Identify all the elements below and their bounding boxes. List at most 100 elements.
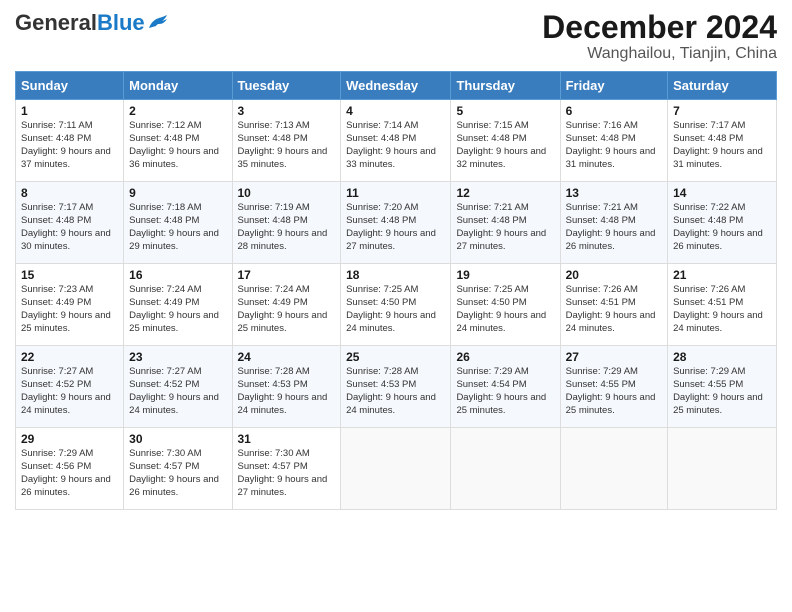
weekday-header: Tuesday — [232, 72, 341, 100]
day-number: 31 — [238, 432, 336, 446]
calendar-cell — [668, 428, 777, 510]
logo-blue: Blue — [97, 10, 145, 35]
month-title: December 2024 — [542, 10, 777, 45]
calendar-week-row: 8Sunrise: 7:17 AMSunset: 4:48 PMDaylight… — [16, 182, 777, 264]
calendar-cell — [341, 428, 451, 510]
cell-text: Sunrise: 7:16 AMSunset: 4:48 PMDaylight:… — [566, 120, 656, 169]
day-number: 5 — [456, 104, 554, 118]
calendar-week-row: 1 Sunrise: 7:11 AMSunset: 4:48 PMDaylight… — [16, 100, 777, 182]
day-number: 20 — [566, 268, 662, 282]
calendar-cell: 6Sunrise: 7:16 AMSunset: 4:48 PMDaylight… — [560, 100, 667, 182]
day-number: 4 — [346, 104, 445, 118]
day-number: 16 — [129, 268, 226, 282]
calendar-cell: 17Sunrise: 7:24 AMSunset: 4:49 PMDayligh… — [232, 264, 341, 346]
day-number: 25 — [346, 350, 445, 364]
day-number: 12 — [456, 186, 554, 200]
calendar-cell: 26Sunrise: 7:29 AMSunset: 4:54 PMDayligh… — [451, 346, 560, 428]
day-number: 29 — [21, 432, 118, 446]
calendar-cell: 7Sunrise: 7:17 AMSunset: 4:48 PMDaylight… — [668, 100, 777, 182]
calendar-week-row: 29 Sunrise: 7:29 AMSunset: 4:56 PMDayligh… — [16, 428, 777, 510]
cell-text: Sunrise: 7:30 AMSunset: 4:57 PMDaylight:… — [238, 448, 328, 497]
header: GeneralBlue December 2024 Wanghailou, Ti… — [15, 10, 777, 63]
cell-text: Sunrise: 7:13 AMSunset: 4:48 PMDaylight:… — [238, 120, 328, 169]
cell-text: Sunrise: 7:21 AMSunset: 4:48 PMDaylight:… — [456, 202, 546, 251]
calendar-cell: 10Sunrise: 7:19 AMSunset: 4:48 PMDayligh… — [232, 182, 341, 264]
calendar-cell: 21 Sunrise: 7:26 AMSunset: 4:51 PMDayligh… — [668, 264, 777, 346]
day-number: 19 — [456, 268, 554, 282]
cell-text: Sunrise: 7:29 AMSunset: 4:56 PMDaylight:… — [21, 448, 111, 497]
day-number: 14 — [673, 186, 771, 200]
calendar-cell: 22 Sunrise: 7:27 AMSunset: 4:52 PMDayligh… — [16, 346, 124, 428]
calendar-cell: 16 Sunrise: 7:24 AMSunset: 4:49 PMDayligh… — [124, 264, 232, 346]
cell-text: Sunrise: 7:11 AMSunset: 4:48 PMDaylight:… — [21, 120, 111, 169]
day-number: 15 — [21, 268, 118, 282]
cell-text: Sunrise: 7:20 AMSunset: 4:48 PMDaylight:… — [346, 202, 436, 251]
cell-text: Sunrise: 7:29 AMSunset: 4:55 PMDaylight:… — [566, 366, 656, 415]
calendar-cell: 14 Sunrise: 7:22 AMSunset: 4:48 PMDayligh… — [668, 182, 777, 264]
cell-text: Sunrise: 7:27 AMSunset: 4:52 PMDaylight:… — [129, 366, 219, 415]
calendar-cell: 20Sunrise: 7:26 AMSunset: 4:51 PMDayligh… — [560, 264, 667, 346]
cell-text: Sunrise: 7:14 AMSunset: 4:48 PMDaylight:… — [346, 120, 436, 169]
day-number: 1 — [21, 104, 118, 118]
calendar-cell: 5Sunrise: 7:15 AMSunset: 4:48 PMDaylight… — [451, 100, 560, 182]
day-number: 21 — [673, 268, 771, 282]
cell-text: Sunrise: 7:24 AMSunset: 4:49 PMDaylight:… — [238, 284, 328, 333]
day-number: 9 — [129, 186, 226, 200]
cell-text: Sunrise: 7:17 AMSunset: 4:48 PMDaylight:… — [673, 120, 763, 169]
day-number: 28 — [673, 350, 771, 364]
weekday-header: Sunday — [16, 72, 124, 100]
calendar-cell: 27 Sunrise: 7:29 AMSunset: 4:55 PMDayligh… — [560, 346, 667, 428]
calendar-cell: 12 Sunrise: 7:21 AMSunset: 4:48 PMDayligh… — [451, 182, 560, 264]
calendar-cell: 24 Sunrise: 7:28 AMSunset: 4:53 PMDayligh… — [232, 346, 341, 428]
cell-text: Sunrise: 7:24 AMSunset: 4:49 PMDaylight:… — [129, 284, 219, 333]
title-area: December 2024 Wanghailou, Tianjin, China — [542, 10, 777, 63]
weekday-header: Monday — [124, 72, 232, 100]
calendar-cell: 4 Sunrise: 7:14 AMSunset: 4:48 PMDaylight… — [341, 100, 451, 182]
cell-text: Sunrise: 7:18 AMSunset: 4:48 PMDaylight:… — [129, 202, 219, 251]
logo-general: General — [15, 10, 97, 35]
cell-text: Sunrise: 7:26 AMSunset: 4:51 PMDaylight:… — [673, 284, 763, 333]
day-number: 23 — [129, 350, 226, 364]
calendar-cell: 25 Sunrise: 7:28 AMSunset: 4:53 PMDayligh… — [341, 346, 451, 428]
day-number: 8 — [21, 186, 118, 200]
cell-text: Sunrise: 7:25 AMSunset: 4:50 PMDaylight:… — [456, 284, 546, 333]
page-container: GeneralBlue December 2024 Wanghailou, Ti… — [0, 0, 792, 520]
day-number: 24 — [238, 350, 336, 364]
calendar-cell: 11Sunrise: 7:20 AMSunset: 4:48 PMDayligh… — [341, 182, 451, 264]
calendar-cell: 29 Sunrise: 7:29 AMSunset: 4:56 PMDayligh… — [16, 428, 124, 510]
calendar-table: SundayMondayTuesdayWednesdayThursdayFrid… — [15, 71, 777, 510]
day-number: 27 — [566, 350, 662, 364]
cell-text: Sunrise: 7:28 AMSunset: 4:53 PMDaylight:… — [238, 366, 328, 415]
day-number: 22 — [21, 350, 118, 364]
calendar-cell: 31 Sunrise: 7:30 AMSunset: 4:57 PMDayligh… — [232, 428, 341, 510]
cell-text: Sunrise: 7:30 AMSunset: 4:57 PMDaylight:… — [129, 448, 219, 497]
cell-text: Sunrise: 7:28 AMSunset: 4:53 PMDaylight:… — [346, 366, 436, 415]
day-number: 13 — [566, 186, 662, 200]
day-number: 3 — [238, 104, 336, 118]
calendar-week-row: 22 Sunrise: 7:27 AMSunset: 4:52 PMDayligh… — [16, 346, 777, 428]
day-number: 30 — [129, 432, 226, 446]
cell-text: Sunrise: 7:27 AMSunset: 4:52 PMDaylight:… — [21, 366, 111, 415]
weekday-header: Saturday — [668, 72, 777, 100]
cell-text: Sunrise: 7:21 AMSunset: 4:48 PMDaylight:… — [566, 202, 656, 251]
calendar-cell: 23 Sunrise: 7:27 AMSunset: 4:52 PMDayligh… — [124, 346, 232, 428]
calendar-cell: 3 Sunrise: 7:13 AMSunset: 4:48 PMDaylight… — [232, 100, 341, 182]
calendar-cell: 9 Sunrise: 7:18 AMSunset: 4:48 PMDaylight… — [124, 182, 232, 264]
weekday-header: Friday — [560, 72, 667, 100]
calendar-week-row: 15 Sunrise: 7:23 AMSunset: 4:49 PMDayligh… — [16, 264, 777, 346]
cell-text: Sunrise: 7:22 AMSunset: 4:48 PMDaylight:… — [673, 202, 763, 251]
calendar-cell: 19 Sunrise: 7:25 AMSunset: 4:50 PMDayligh… — [451, 264, 560, 346]
day-number: 18 — [346, 268, 445, 282]
calendar-cell: 15 Sunrise: 7:23 AMSunset: 4:49 PMDayligh… — [16, 264, 124, 346]
cell-text: Sunrise: 7:23 AMSunset: 4:49 PMDaylight:… — [21, 284, 111, 333]
location: Wanghailou, Tianjin, China — [542, 45, 777, 63]
day-number: 10 — [238, 186, 336, 200]
calendar-cell: 30 Sunrise: 7:30 AMSunset: 4:57 PMDayligh… — [124, 428, 232, 510]
calendar-cell — [451, 428, 560, 510]
calendar-cell: 18 Sunrise: 7:25 AMSunset: 4:50 PMDayligh… — [341, 264, 451, 346]
calendar-header-row: SundayMondayTuesdayWednesdayThursdayFrid… — [16, 72, 777, 100]
calendar-cell — [560, 428, 667, 510]
logo-text: GeneralBlue — [15, 10, 145, 36]
cell-text: Sunrise: 7:29 AMSunset: 4:55 PMDaylight:… — [673, 366, 763, 415]
cell-text: Sunrise: 7:25 AMSunset: 4:50 PMDaylight:… — [346, 284, 436, 333]
